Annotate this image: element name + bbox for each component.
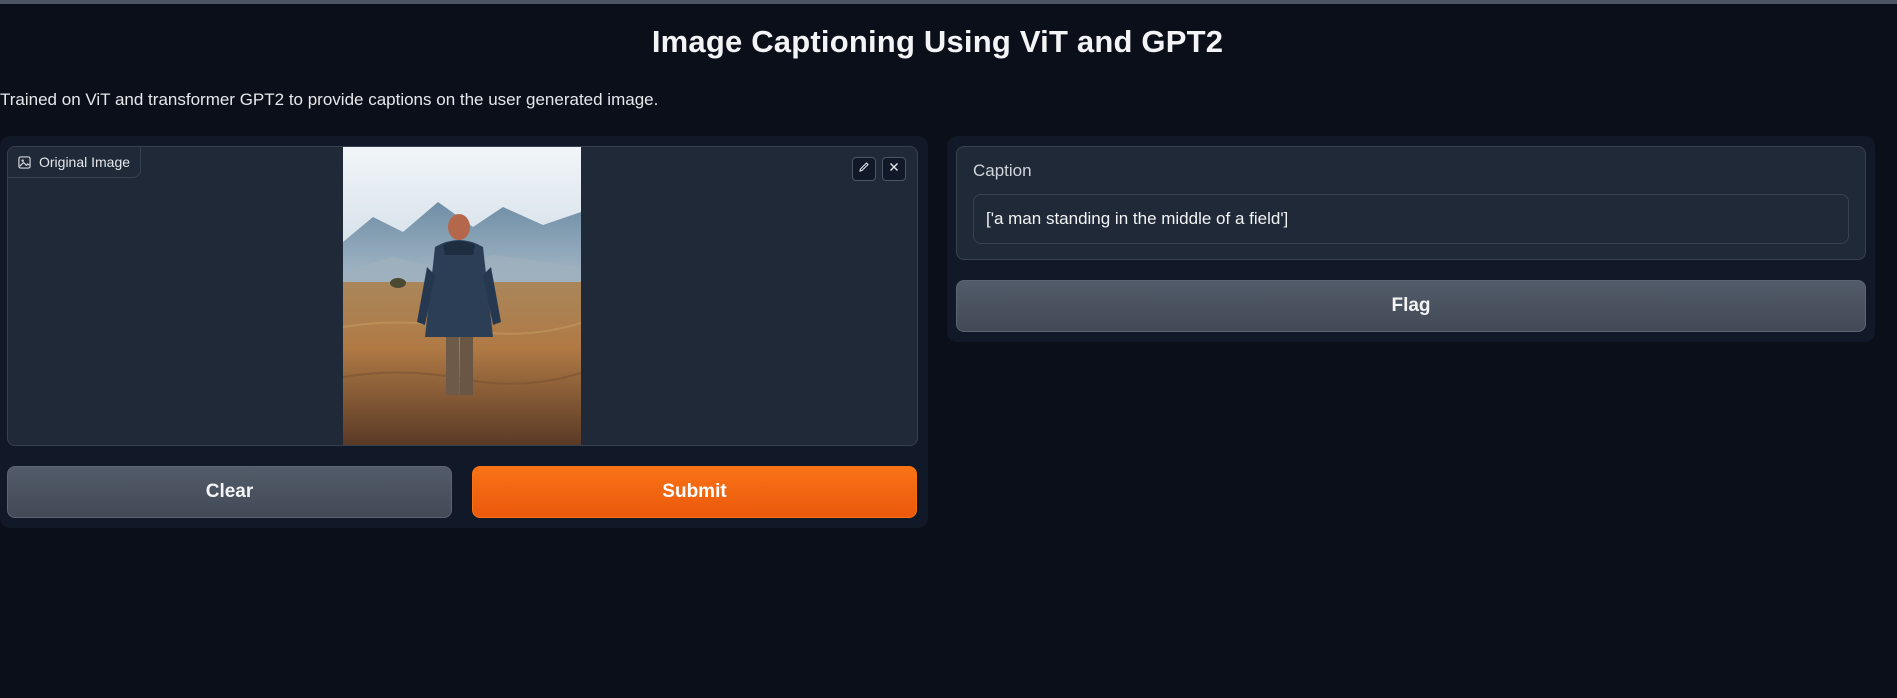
uploaded-photo bbox=[343, 147, 581, 445]
page-title: Image Captioning Using ViT and GPT2 bbox=[651, 24, 1224, 59]
caption-label: Caption bbox=[973, 161, 1032, 180]
pencil-icon bbox=[858, 160, 870, 178]
clear-button[interactable]: Clear bbox=[7, 466, 452, 518]
image-input-label: Original Image bbox=[8, 147, 142, 178]
image-input[interactable]: Original Image bbox=[7, 146, 918, 446]
image-input-label-text: Original Image bbox=[39, 154, 131, 170]
flag-button[interactable]: Flag bbox=[956, 280, 1866, 332]
output-panel: Caption ['a man standing in the middle o… bbox=[947, 136, 1875, 342]
image-icon bbox=[18, 155, 31, 169]
close-icon bbox=[888, 160, 900, 178]
edit-image-button[interactable] bbox=[852, 157, 876, 181]
input-panel: Original Image Clear Submit bbox=[0, 136, 928, 528]
remove-image-button[interactable] bbox=[882, 157, 906, 181]
submit-button[interactable]: Submit bbox=[472, 466, 917, 518]
window-top-border bbox=[0, 0, 1897, 4]
caption-textbox[interactable]: ['a man standing in the middle of a fiel… bbox=[973, 194, 1849, 244]
app-page: Image Captioning Using ViT and GPT2 Trai… bbox=[0, 0, 1897, 698]
page-description: Trained on ViT and transformer GPT2 to p… bbox=[0, 90, 659, 109]
caption-output: Caption ['a man standing in the middle o… bbox=[956, 146, 1866, 260]
